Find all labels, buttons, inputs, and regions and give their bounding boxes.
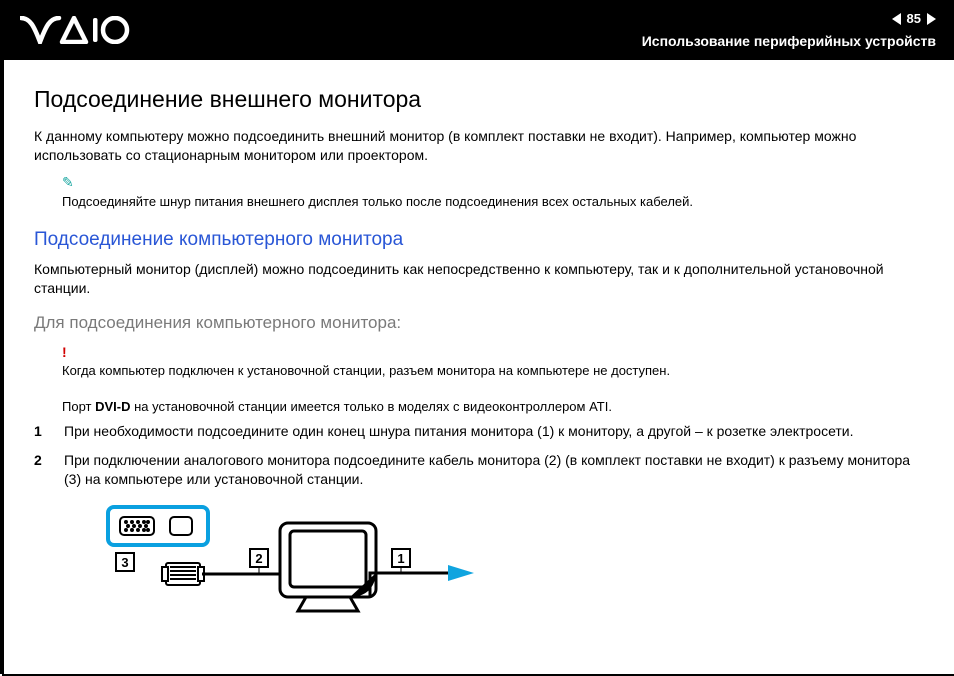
svg-text:3: 3 <box>121 555 128 570</box>
prev-page-icon[interactable] <box>892 13 901 25</box>
warning-block: ! Когда компьютер подключен к установочн… <box>62 343 924 416</box>
next-page-icon[interactable] <box>927 13 936 25</box>
vaio-logo <box>20 16 130 49</box>
page-nav: 85 <box>892 10 936 28</box>
heading-3: Для подсоединения компьютерного монитора… <box>34 312 924 335</box>
intro-paragraph: К данному компьютеру можно подсоединить … <box>34 127 924 165</box>
svg-text:2: 2 <box>255 551 262 566</box>
section-title: Использование периферийных устройств <box>642 32 936 51</box>
paragraph-2: Компьютерный монитор (дисплей) можно под… <box>34 260 924 298</box>
warning-icon: ! <box>62 344 67 360</box>
step-1: При необходимости подсоедините один коне… <box>34 422 924 441</box>
connection-diagram: 3 2 <box>70 501 924 626</box>
note-block: ✎ Подсоединяйте шнур питания внешнего ди… <box>62 173 924 211</box>
note-icon: ✎ <box>62 174 74 190</box>
note-text: Подсоединяйте шнур питания внешнего дисп… <box>62 194 693 209</box>
warning-text-1: Когда компьютер подключен к установочной… <box>62 362 924 380</box>
step-2: При подключении аналогового монитора под… <box>34 451 924 489</box>
steps-list: При необходимости подсоедините один коне… <box>34 422 924 489</box>
heading-1: Подсоединение внешнего монитора <box>34 84 924 115</box>
content: Подсоединение внешнего монитора К данном… <box>4 60 954 625</box>
page-number: 85 <box>907 10 921 28</box>
heading-2: Подсоединение компьютерного монитора <box>34 227 924 253</box>
warning-text-2: Порт DVI-D на установочной станции имеет… <box>62 398 924 416</box>
svg-text:1: 1 <box>397 551 404 566</box>
top-bar: 85 Использование периферийных устройств <box>4 4 954 60</box>
